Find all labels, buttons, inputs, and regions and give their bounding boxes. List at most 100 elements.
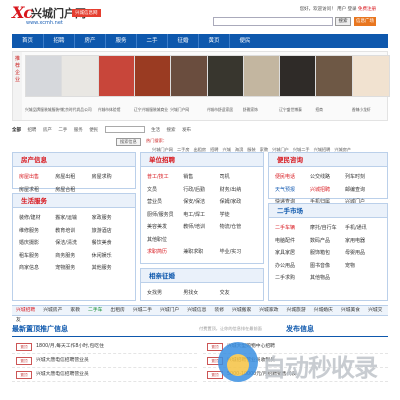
category-link[interactable]: 家政服务 xyxy=(92,212,128,225)
category-link[interactable]: 文员 xyxy=(147,184,183,197)
promo-text[interactable]: 兴城大唐电信招聘营业员 xyxy=(36,372,89,377)
login-link[interactable]: 登录 xyxy=(348,7,357,12)
quick-link[interactable]: 二手车 xyxy=(88,308,102,313)
category-link[interactable]: 商务服务 xyxy=(55,250,91,263)
category-link[interactable]: 二手求购 xyxy=(275,272,310,285)
category-link[interactable]: 搬家/运输 xyxy=(55,212,91,225)
ad-image[interactable] xyxy=(133,55,172,97)
ad-item[interactable]: 兴城品牌服装城服装中心 xyxy=(25,55,63,112)
promo-text[interactable]: 兴城大唐电信招聘营业员 xyxy=(36,358,89,363)
category-link[interactable]: 家用电器 xyxy=(345,235,380,248)
search-info-button[interactable]: 搜索信息 xyxy=(116,138,141,146)
quick-search-input[interactable] xyxy=(104,126,145,133)
nav-service[interactable]: 服务 xyxy=(105,34,136,48)
publish-title[interactable]: 发布信息 xyxy=(286,324,314,334)
category-link[interactable]: 婚庆摄影 xyxy=(19,237,55,250)
quick-link[interactable]: 家教 xyxy=(70,308,80,313)
category-link[interactable]: 营业员 xyxy=(147,196,183,209)
category-link[interactable]: 毕业/实习 xyxy=(220,246,256,259)
category-link[interactable]: 摩托/自行车 xyxy=(310,222,345,235)
category-link[interactable]: 兼职求职 xyxy=(183,246,219,259)
ad-caption[interactable]: 北京时代尚品公司 xyxy=(61,107,99,113)
nav-convenience[interactable]: 便民 xyxy=(229,34,260,48)
ad-caption[interactable]: 舒雅家饰 xyxy=(243,107,281,113)
quick-link[interactable]: 兴城家政 xyxy=(259,308,278,313)
ad-item[interactable]: 舒雅家饰 xyxy=(242,55,281,112)
quick-item[interactable]: 便民 xyxy=(89,128,98,133)
category-link[interactable]: 厨师/服务员 xyxy=(147,209,183,222)
category-link[interactable]: 数码产品 xyxy=(310,235,345,248)
category-link[interactable]: 公交线路 xyxy=(310,171,345,184)
ad-image[interactable] xyxy=(97,55,136,97)
promo-item[interactable]: 置顶 1800/月,每天工作8小时,包吃住 xyxy=(12,340,197,354)
ad-caption[interactable]: 兴城门户网 xyxy=(170,107,208,113)
quick-all[interactable]: 全部 xyxy=(12,128,21,133)
category-link[interactable]: 教育培训 xyxy=(55,225,91,238)
nav-house[interactable]: 房产 xyxy=(74,34,105,48)
category-link[interactable]: 商家信息 xyxy=(19,262,55,275)
category-link[interactable]: 普工/技工 xyxy=(147,171,183,184)
category-link[interactable]: 家具家居 xyxy=(275,247,310,260)
promo-item[interactable]: 置顶 兴城大唐电信招聘营业员 xyxy=(12,368,197,382)
ad-image[interactable] xyxy=(315,55,354,97)
quick-item[interactable]: 服务 xyxy=(74,128,83,133)
info-plaza-button[interactable]: 信息广场 xyxy=(354,17,376,26)
ad-item[interactable]: 辽宁兴城服装城商业 xyxy=(133,55,172,112)
category-link[interactable]: 母婴用品 xyxy=(345,247,380,260)
category-link[interactable]: 宠物 xyxy=(345,260,380,273)
ad-item[interactable]: 兴城市体验馆 xyxy=(97,55,136,112)
quick-link[interactable]: 兴城门户 xyxy=(160,308,179,313)
ad-item[interactable]: 香辣小龙虾 xyxy=(351,55,390,112)
category-link[interactable]: 保安/保洁 xyxy=(183,196,219,209)
quick-link[interactable]: 搜索 xyxy=(167,128,176,133)
category-link[interactable]: 求职简历 xyxy=(147,246,183,259)
ad-caption[interactable]: 兴城市体验馆 xyxy=(98,107,136,113)
nav-home[interactable]: 首页 xyxy=(12,34,43,48)
ad-caption[interactable]: 辽宁兴城服装城商业 xyxy=(134,107,172,113)
category-link[interactable]: 电脑配件 xyxy=(275,235,310,248)
quick-item[interactable]: 招聘 xyxy=(27,128,36,133)
nav-yellow-pages[interactable]: 黄页 xyxy=(198,34,229,48)
category-link[interactable]: 其他物品 xyxy=(310,272,345,285)
ad-item[interactable]: 辽宁盛世博泰 xyxy=(279,55,318,112)
category-link[interactable]: 办公用品 xyxy=(275,260,310,273)
nav-second-hand[interactable]: 二手 xyxy=(136,34,167,48)
quick-link[interactable]: 生活 xyxy=(151,128,160,133)
category-link[interactable]: 电工/焊工 xyxy=(183,209,219,222)
ad-item[interactable]: 兴城门户网 xyxy=(170,55,209,112)
promo-item[interactable]: 置顶 兴城大唐电信招聘营业员 xyxy=(12,354,197,368)
quick-link[interactable]: 兴城信息 xyxy=(187,308,206,313)
quick-item[interactable]: 房产 xyxy=(43,128,52,133)
category-link[interactable]: 物流/仓管 xyxy=(220,221,256,234)
ad-caption[interactable]: 招商 xyxy=(315,107,353,113)
nav-jobs[interactable]: 招聘 xyxy=(43,34,74,48)
category-link[interactable]: 租车服务 xyxy=(19,250,55,263)
quick-link[interactable]: 兴城旅游 xyxy=(286,308,305,313)
category-link[interactable]: 邮编查询 xyxy=(345,184,380,197)
category-link[interactable]: 销售 xyxy=(183,171,219,184)
quick-link[interactable]: 兴城房产 xyxy=(43,308,62,313)
category-link[interactable]: 司机 xyxy=(220,171,256,184)
category-link[interactable]: 美容美发 xyxy=(147,221,183,234)
category-link[interactable]: 学徒 xyxy=(220,209,256,222)
category-link[interactable]: 宠物服务 xyxy=(55,262,91,275)
quick-link[interactable]: 装修 xyxy=(214,308,224,313)
quick-link[interactable]: 兴城招聘 xyxy=(16,308,35,313)
category-link[interactable]: 交友 xyxy=(220,287,256,300)
ad-image[interactable] xyxy=(61,55,100,97)
category-link[interactable]: 房屋求购 xyxy=(92,171,128,184)
category-link[interactable]: 休闲娱乐 xyxy=(92,250,128,263)
category-link[interactable]: 财务/出纳 xyxy=(220,184,256,197)
ad-caption[interactable]: 辽宁盛世博泰 xyxy=(279,107,317,113)
promo-text[interactable]: 1800/月,每天工作8小时,包吃住 xyxy=(36,344,104,349)
category-link[interactable]: 天气预报 xyxy=(275,184,310,197)
category-link[interactable]: 房屋出售 xyxy=(19,171,55,184)
category-link[interactable]: 保洁/清洗 xyxy=(55,237,91,250)
ad-image[interactable] xyxy=(351,55,390,97)
user-link[interactable]: 用户 xyxy=(337,7,346,12)
quick-link[interactable]: 出租房 xyxy=(110,308,124,313)
category-link[interactable]: 行政/后勤 xyxy=(183,184,219,197)
category-link[interactable]: 保姆/家政 xyxy=(220,196,256,209)
category-link[interactable]: 手机/通讯 xyxy=(345,222,380,235)
category-link[interactable]: 女找男 xyxy=(147,287,183,300)
